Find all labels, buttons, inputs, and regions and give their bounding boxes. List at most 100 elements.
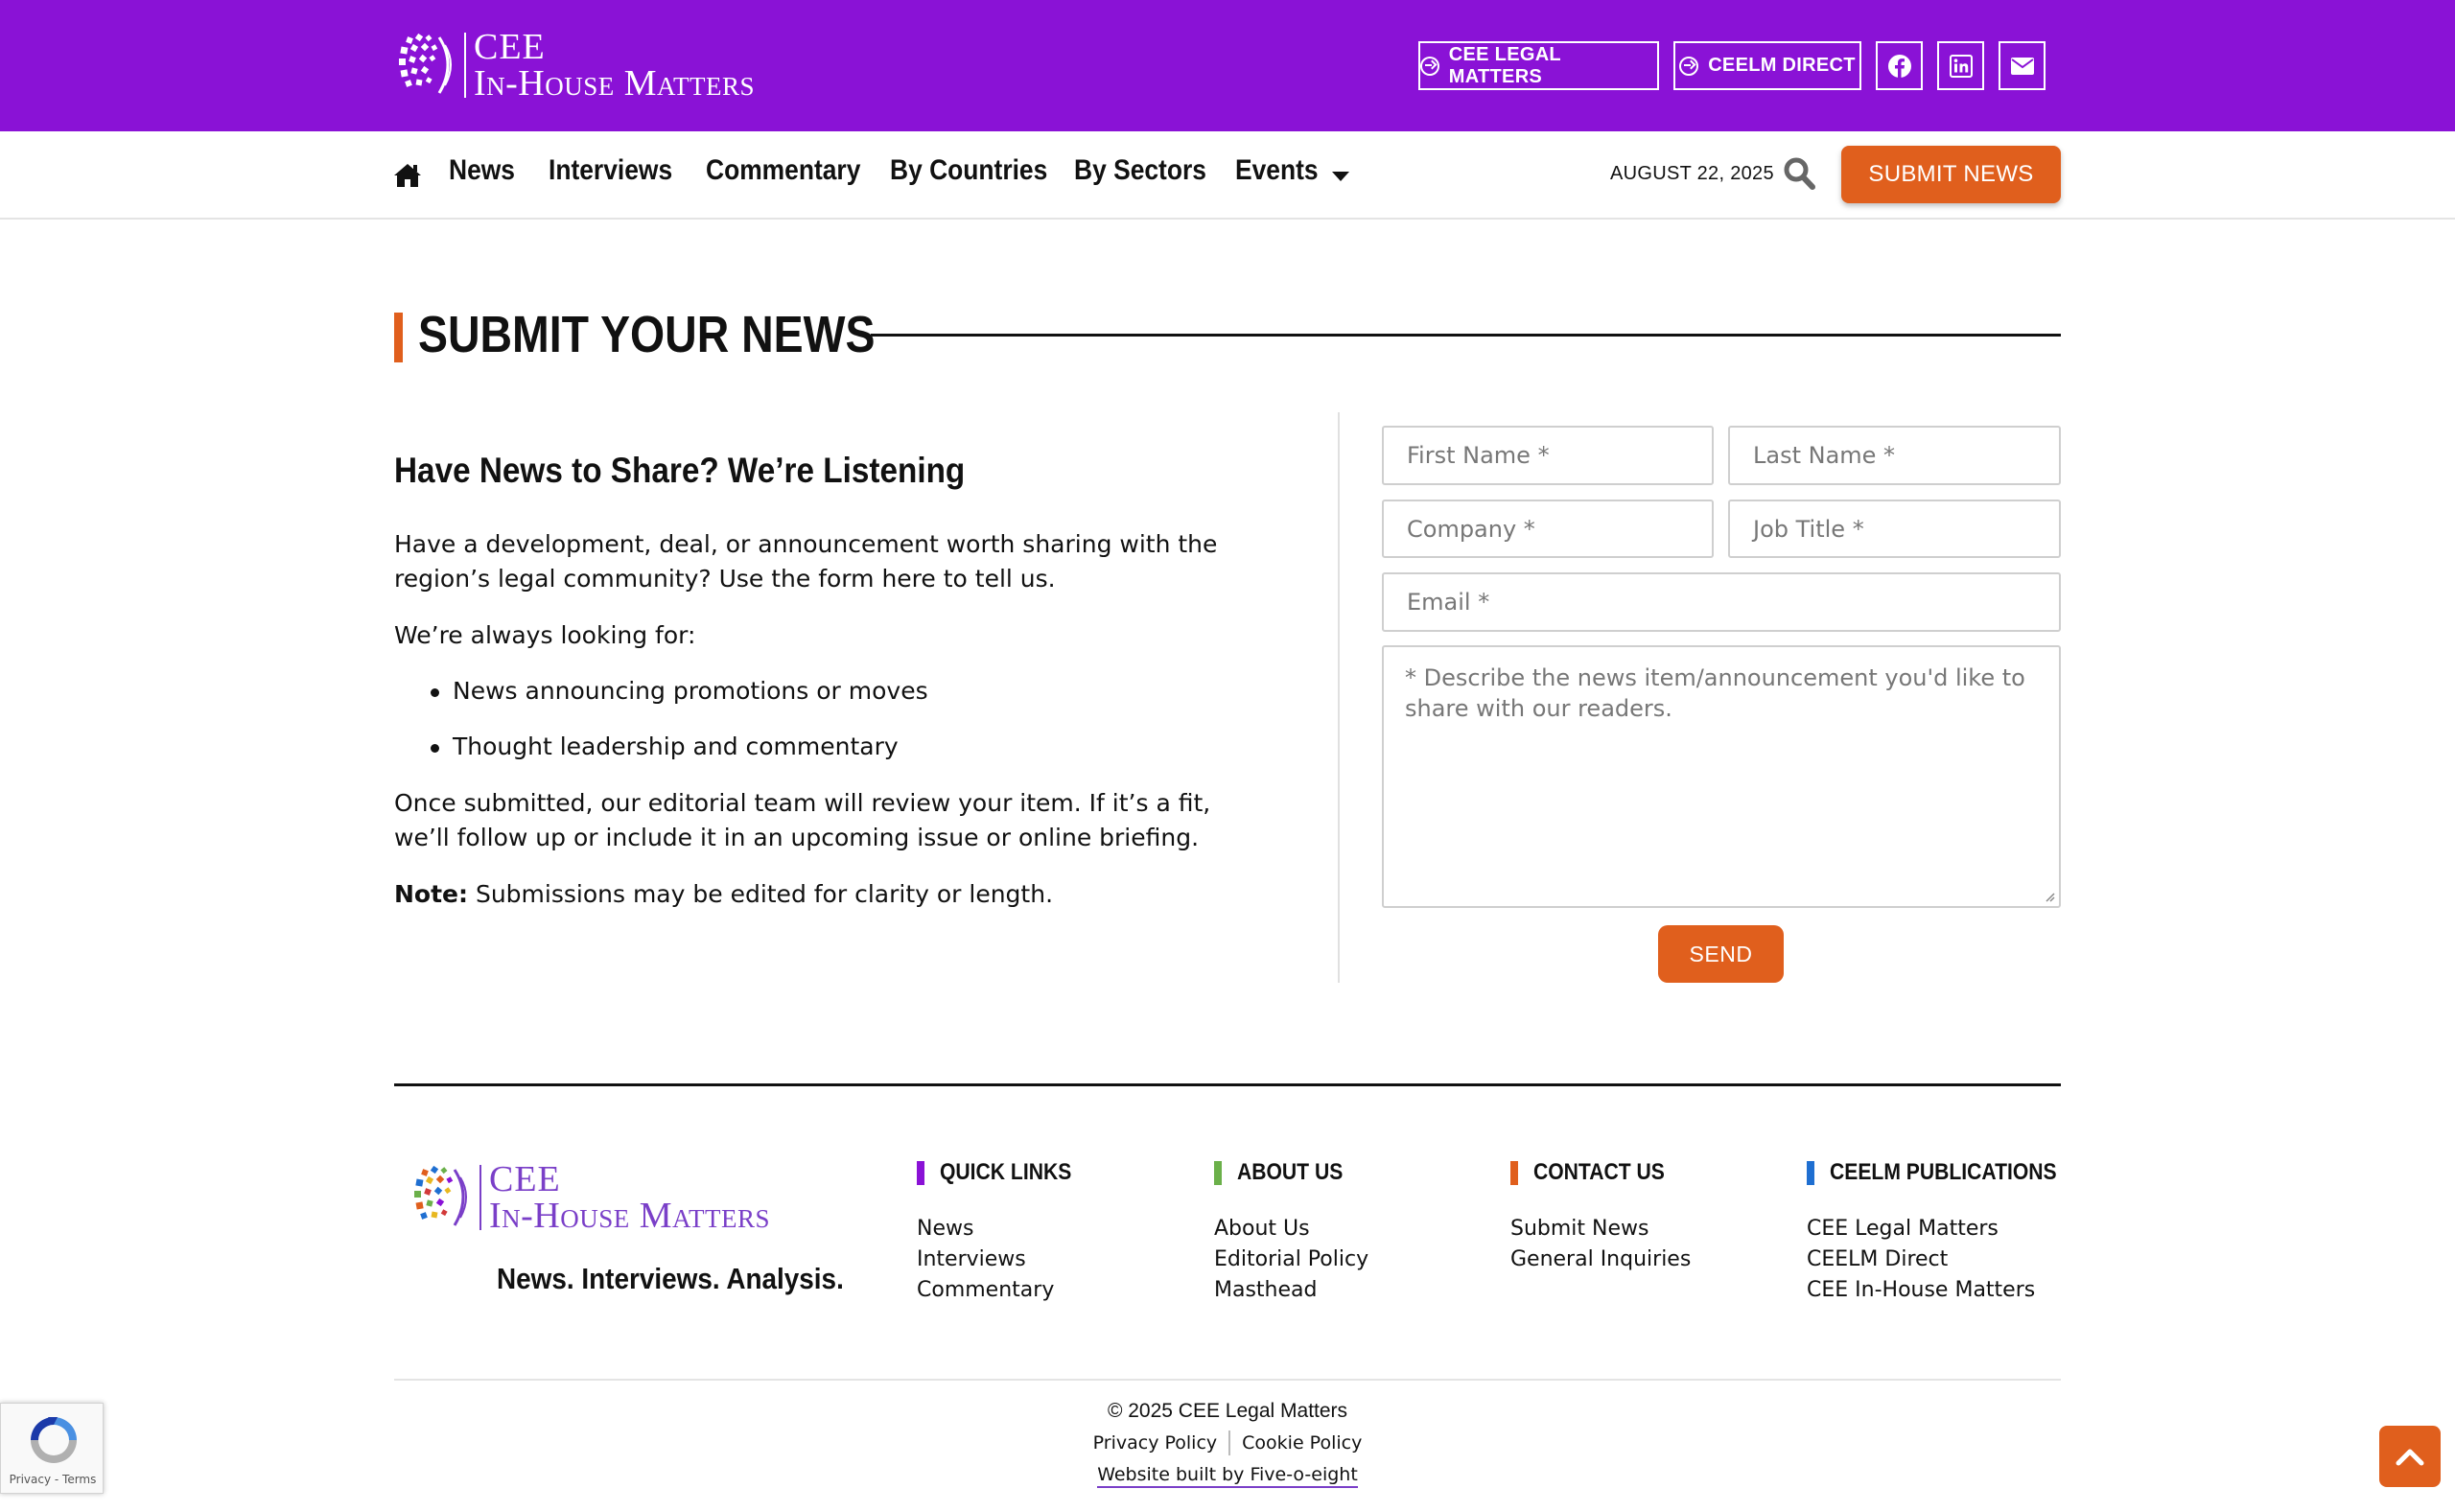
last-name-field[interactable]: Last Name * (1728, 426, 2061, 485)
footer-col-title: ABOUT US (1237, 1159, 1344, 1185)
footer-link-general-inquiries[interactable]: General Inquiries (1510, 1244, 1691, 1275)
footer-divider (394, 1379, 2061, 1381)
send-button[interactable]: SEND (1658, 925, 1784, 983)
footer-col-heading: CEELM PUBLICATIONS (1807, 1159, 2088, 1185)
main-nav: News Interviews Commentary By Countries … (0, 131, 2455, 220)
chevron-down-icon[interactable] (1332, 172, 1349, 181)
nav-item-events[interactable]: Events (1235, 154, 1319, 187)
message-placeholder: * Describe the news item/announcement yo… (1405, 664, 2025, 722)
circle-arrow-icon (1679, 56, 1699, 76)
ceelm-direct-button[interactable]: CEELM DIRECT (1673, 41, 1861, 90)
nav-item-news[interactable]: News (449, 154, 515, 187)
built-by-link[interactable]: Website built by Five-o-eight (1097, 1464, 1358, 1488)
top-bar: CEE In-House Matters CEE LEGAL MATTERS C… (0, 0, 2455, 131)
footer-link-masthead[interactable]: Masthead (1214, 1275, 1368, 1306)
logo-line-1: CEE (474, 27, 546, 67)
footer-col-accent (1510, 1160, 1518, 1185)
footer-col-publications: CEELM PUBLICATIONS CEE Legal Matters CEE… (1807, 1159, 2088, 1306)
column-divider (1338, 412, 1340, 983)
nav-item-commentary[interactable]: Commentary (706, 154, 860, 187)
section-heading: Have News to Share? We’re Listening (394, 451, 966, 490)
footer-link-cee-legal-matters[interactable]: CEE Legal Matters (1807, 1214, 2088, 1244)
logo-divider (464, 33, 466, 98)
footer-link-editorial-policy[interactable]: Editorial Policy (1214, 1244, 1368, 1275)
email-field[interactable]: Email * (1382, 572, 2061, 632)
scroll-to-top-button[interactable] (2379, 1426, 2441, 1487)
logo-line-2: In-House Matters (489, 1196, 771, 1236)
logo-line-2: In-House Matters (474, 63, 756, 104)
facebook-icon (1887, 54, 1911, 78)
list-item: News announcing promotions or moves (394, 674, 1219, 730)
note-paragraph: Note: Submissions may be edited for clar… (394, 877, 1219, 912)
envelope-icon (2010, 57, 2034, 75)
review-paragraph: Once submitted, our editorial team will … (394, 789, 1211, 851)
footer-link-news[interactable]: News (917, 1214, 1089, 1244)
ceelm-direct-label: CEELM DIRECT (1708, 55, 1856, 76)
footer-col-title: CEELM PUBLICATIONS (1830, 1159, 2057, 1185)
privacy-policy-link[interactable]: Privacy Policy (1093, 1432, 1217, 1454)
job-title-field[interactable]: Job Title * (1728, 500, 2061, 558)
built-by: Website built by Five-o-eight (0, 1464, 2455, 1488)
footer-col-accent (1214, 1160, 1222, 1185)
circle-arrow-icon (1420, 56, 1439, 76)
footer-link-ceelm-direct[interactable]: CEELM Direct (1807, 1244, 2088, 1275)
legal-links: Privacy Policy Cookie Policy (0, 1431, 2455, 1455)
looking-for-list: News announcing promotions or moves Thou… (394, 674, 1219, 785)
footer-col-contact-us: CONTACT US Submit News General Inquiries (1510, 1159, 1691, 1275)
footer-link-commentary[interactable]: Commentary (917, 1275, 1089, 1306)
linkedin-icon (1949, 54, 1973, 78)
list-item: Thought leadership and commentary (394, 730, 1219, 785)
logo-wordmark: CEE In-House Matters (474, 29, 755, 102)
linkedin-button[interactable] (1937, 41, 1984, 90)
logo-line-1: CEE (489, 1159, 561, 1199)
nav-item-interviews[interactable]: Interviews (549, 154, 672, 187)
email-button[interactable] (1999, 41, 2046, 90)
footer-col-about-us: ABOUT US About Us Editorial Policy Masth… (1214, 1159, 1368, 1306)
footer-link-submit-news[interactable]: Submit News (1510, 1214, 1691, 1244)
chevron-up-icon (2396, 1449, 2424, 1466)
search-icon (1784, 157, 1815, 190)
site-logo[interactable]: CEE In-House Matters (397, 29, 755, 102)
footer-col-heading: CONTACT US (1510, 1159, 1691, 1185)
company-field[interactable]: Company * (1382, 500, 1714, 558)
nav-item-by-sectors[interactable]: By Sectors (1074, 154, 1206, 187)
resize-grip-icon[interactable] (2044, 891, 2055, 902)
facebook-button[interactable] (1876, 41, 1923, 90)
recaptcha-badge[interactable]: Privacy - Terms (0, 1403, 104, 1494)
cee-legal-matters-label: CEE LEGAL MATTERS (1448, 43, 1561, 87)
footer-logo[interactable]: CEE In-House Matters (412, 1161, 770, 1234)
footer-link-interviews[interactable]: Interviews (917, 1244, 1089, 1275)
logo-mark-icon (399, 33, 452, 94)
title-rule (871, 334, 2061, 337)
first-name-field[interactable]: First Name * (1382, 426, 1714, 485)
copyright: © 2025 CEE Legal Matters (1107, 1400, 1348, 1422)
logo-divider (479, 1165, 481, 1230)
cee-legal-matters-button[interactable]: CEE LEGAL MATTERS (1418, 41, 1659, 90)
footer-col-heading: ABOUT US (1214, 1159, 1368, 1185)
footer-link-about-us[interactable]: About Us (1214, 1214, 1368, 1244)
logo-mark-icon (414, 1165, 467, 1226)
cookie-policy-link[interactable]: Cookie Policy (1242, 1432, 1362, 1454)
footer-col-quick-links: QUICK LINKS News Interviews Commentary (917, 1159, 1089, 1306)
footer-tagline: News. Interviews. Analysis. (497, 1262, 844, 1295)
footer-link-cee-in-house-matters[interactable]: CEE In-House Matters (1807, 1275, 2088, 1306)
nav-item-by-countries[interactable]: By Countries (890, 154, 1047, 187)
message-textarea[interactable]: * Describe the news item/announcement yo… (1382, 645, 2061, 908)
title-accent-bar (394, 313, 403, 362)
recaptcha-icon (31, 1417, 77, 1463)
recaptcha-label: Privacy - Terms (9, 1473, 97, 1486)
footer-col-title: QUICK LINKS (940, 1159, 1072, 1185)
logo-wordmark: CEE In-House Matters (489, 1161, 770, 1234)
footer-col-heading: QUICK LINKS (917, 1159, 1089, 1185)
home-icon (394, 164, 421, 187)
footer-col-title: CONTACT US (1533, 1159, 1665, 1185)
note-text: Submissions may be edited for clarity or… (468, 880, 1054, 908)
legal-separator (1228, 1431, 1231, 1455)
page-title: SUBMIT YOUR NEWS (418, 306, 876, 363)
footer-col-accent (917, 1160, 924, 1185)
current-date: AUGUST 22, 2025 (1610, 163, 1774, 184)
intro-paragraph: Have a development, deal, or announcemen… (394, 530, 1218, 593)
footer-col-accent (1807, 1160, 1814, 1185)
note-label: Note: (394, 880, 469, 908)
submit-news-button[interactable]: SUBMIT NEWS (1841, 146, 2061, 203)
